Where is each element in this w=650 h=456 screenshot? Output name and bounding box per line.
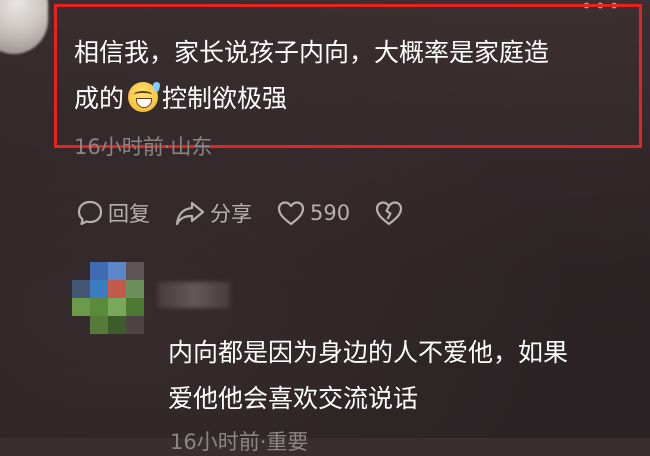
comment-line-2-before: 成的 (74, 84, 125, 113)
reply-label: 回复 (108, 202, 150, 226)
reply-line-1: 内向都是因为身边的人不爱他，如果 (168, 338, 569, 367)
comment-text: 相信我，家长说孩子内向，大概率是家庭造 成的 控制欲极强 (74, 30, 634, 122)
reply-meta: 16小时前·重要 (170, 430, 309, 454)
dislike-button[interactable] (374, 199, 408, 227)
reply-avatar[interactable] (70, 258, 162, 350)
share-arrow-icon (175, 201, 205, 226)
broken-heart-icon (375, 201, 403, 226)
reply-text: 内向都是因为身边的人不爱他，如果 爱他他会喜欢交流说话 (168, 330, 638, 422)
comment-meta: 16小时前·山东 (74, 135, 213, 159)
comment-line-1: 相信我，家长说孩子内向，大概率是家庭造 (74, 38, 550, 67)
reply-username-blurred[interactable] (158, 282, 230, 308)
reply-button[interactable]: 回复 (76, 198, 150, 228)
comment-bubble-icon (77, 200, 103, 226)
comment-actions: 回复 分享 590 (76, 196, 432, 230)
reply-line-2: 爱他他会喜欢交流说话 (168, 384, 419, 413)
grin-sweat-emoji-icon (128, 82, 161, 112)
heart-icon (277, 201, 305, 226)
share-label: 分享 (210, 202, 252, 226)
like-button[interactable]: 590 (276, 199, 350, 227)
comment-line-2-after: 控制欲极强 (162, 84, 288, 113)
comment-line-2: 成的 控制欲极强 (74, 76, 634, 122)
share-button[interactable]: 分享 (174, 198, 252, 228)
like-count: 590 (310, 201, 351, 225)
